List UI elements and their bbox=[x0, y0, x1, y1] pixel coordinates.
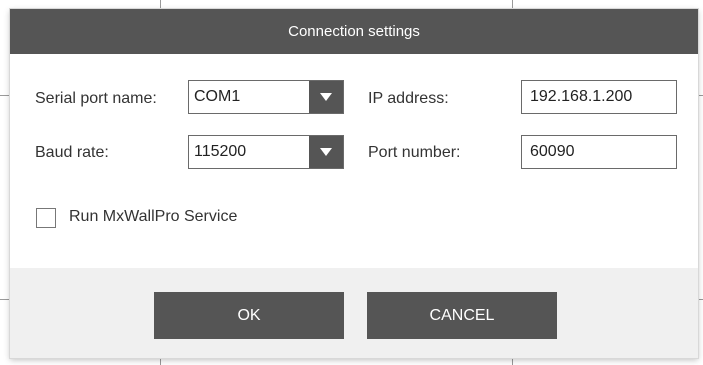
background-divider bbox=[512, 358, 513, 365]
background-divider bbox=[698, 299, 703, 300]
dialog-titlebar[interactable]: Connection settings bbox=[10, 9, 698, 54]
background-divider bbox=[512, 0, 513, 9]
run-service-label[interactable]: Run MxWallPro Service bbox=[69, 207, 237, 227]
serial-port-select[interactable]: COM1 bbox=[188, 80, 344, 114]
background-divider bbox=[0, 299, 10, 300]
baud-rate-label: Baud rate: bbox=[35, 144, 109, 161]
port-number-label: Port number: bbox=[368, 144, 461, 161]
serial-port-label: Serial port name: bbox=[35, 90, 157, 107]
port-number-input[interactable] bbox=[521, 135, 677, 169]
background-divider bbox=[160, 0, 161, 9]
chevron-down-icon[interactable] bbox=[309, 81, 343, 113]
ip-address-label: IP address: bbox=[368, 90, 449, 107]
baud-rate-select[interactable]: 115200 bbox=[188, 135, 344, 169]
serial-port-value: COM1 bbox=[194, 88, 241, 105]
chevron-down-icon[interactable] bbox=[309, 136, 343, 168]
ok-button[interactable]: OK bbox=[154, 292, 344, 339]
background-divider bbox=[160, 358, 161, 365]
cancel-button[interactable]: CANCEL bbox=[367, 292, 557, 339]
run-service-checkbox[interactable] bbox=[36, 208, 56, 228]
dialog-footer: OK CANCEL bbox=[10, 268, 698, 358]
background-divider bbox=[698, 95, 703, 96]
ip-address-input[interactable] bbox=[521, 80, 677, 114]
background-divider bbox=[0, 95, 10, 96]
dialog-title: Connection settings bbox=[288, 23, 420, 40]
connection-settings-dialog: Connection settings Serial port name: CO… bbox=[10, 9, 698, 358]
baud-rate-value: 115200 bbox=[194, 143, 247, 160]
